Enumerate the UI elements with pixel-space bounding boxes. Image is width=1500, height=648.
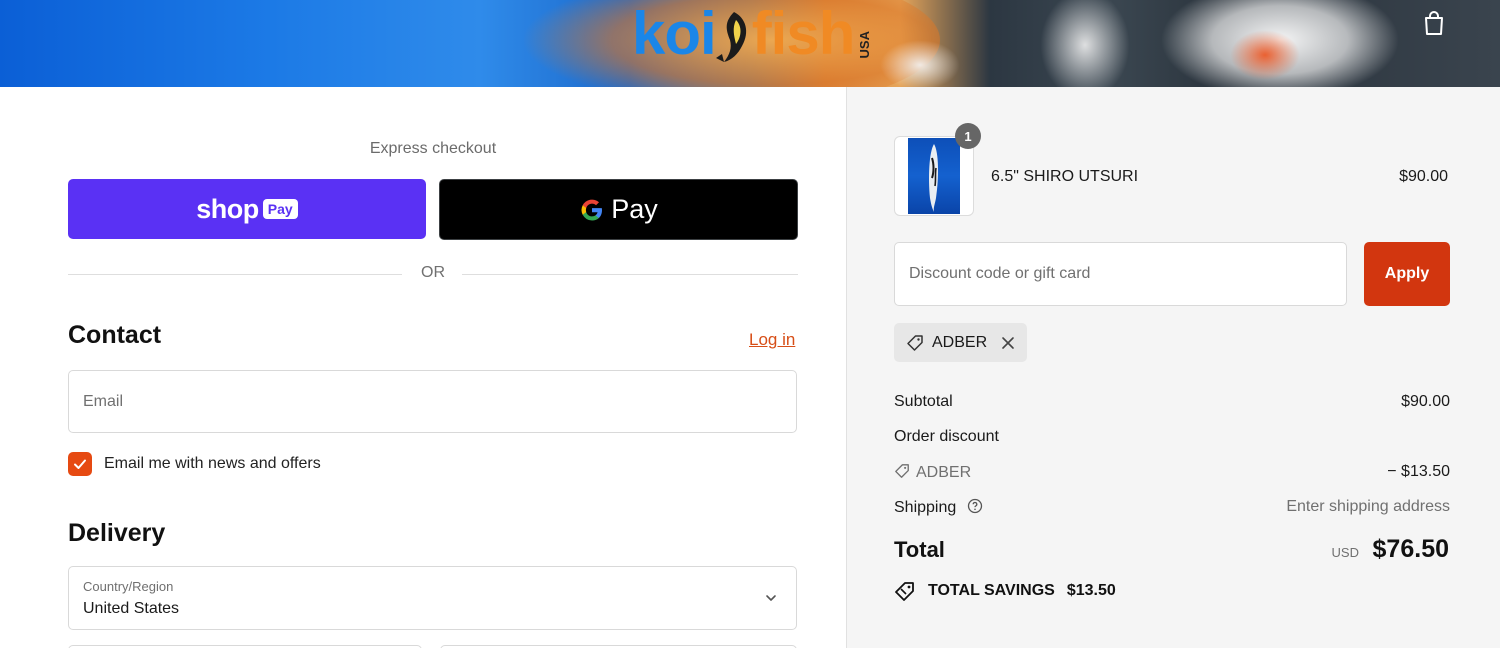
subtotal-value: $90.00 bbox=[1401, 393, 1450, 410]
product-image bbox=[908, 138, 960, 214]
discount-amount: − $13.50 bbox=[1387, 463, 1450, 480]
logo-text-fish: fish bbox=[751, 0, 856, 67]
total-savings-label: TOTAL SAVINGS bbox=[928, 582, 1055, 599]
banner-koi-red-spot bbox=[1230, 30, 1300, 80]
checkmark-icon bbox=[74, 459, 86, 469]
store-logo[interactable]: koi fish USA bbox=[632, 0, 872, 64]
product-price: $90.00 bbox=[1399, 168, 1448, 185]
koi-logo-icon bbox=[715, 12, 746, 62]
express-checkout-label: Express checkout bbox=[369, 140, 497, 157]
remove-discount-icon[interactable] bbox=[1001, 336, 1015, 350]
contact-heading: Contact bbox=[68, 321, 162, 349]
country-value: United States bbox=[83, 600, 180, 617]
quantity-badge: 1 bbox=[955, 123, 981, 149]
total-label: Total bbox=[894, 537, 945, 562]
checkout-form: Express checkout shop Pay Pay OR Contact… bbox=[0, 87, 846, 648]
country-caption: Country/Region bbox=[83, 579, 174, 594]
applied-discount-chip: ADBER bbox=[894, 323, 1028, 362]
or-text: OR bbox=[421, 264, 445, 281]
tag-icon bbox=[895, 464, 909, 478]
tag-icon bbox=[907, 334, 923, 351]
total-savings-row: TOTAL SAVINGS $13.50 bbox=[894, 581, 1116, 601]
newsletter-label: Email me with news and offers bbox=[104, 455, 321, 472]
applied-discount-code: ADBER bbox=[932, 333, 988, 351]
newsletter-checkbox[interactable] bbox=[68, 452, 92, 476]
logo-text-usa: USA bbox=[857, 30, 873, 58]
google-pay-label: Pay bbox=[611, 194, 658, 224]
order-discount-label: Order discount bbox=[894, 428, 999, 445]
delivery-heading: Delivery bbox=[68, 519, 166, 547]
banner-koi-white-small bbox=[880, 40, 960, 87]
country-select[interactable]: Country/Region United States bbox=[68, 566, 797, 630]
order-discount-row: Order discount bbox=[894, 428, 1450, 446]
email-field[interactable] bbox=[68, 370, 797, 433]
total-currency: USD bbox=[1331, 545, 1359, 560]
divider-line-right bbox=[462, 274, 798, 275]
shipping-value: Enter shipping address bbox=[1286, 498, 1450, 515]
login-link[interactable]: Log in bbox=[749, 330, 795, 350]
shipping-row: Shipping Enter shipping address bbox=[894, 498, 1450, 517]
divider-line-left bbox=[68, 274, 402, 275]
koi-image-icon bbox=[929, 144, 939, 212]
savings-tag-icon bbox=[895, 582, 914, 601]
total-value: $76.50 bbox=[1372, 535, 1449, 563]
discount-code-input[interactable] bbox=[894, 242, 1347, 306]
newsletter-checkbox-row[interactable]: Email me with news and offers bbox=[68, 452, 321, 476]
shipping-label: Shipping bbox=[894, 499, 957, 516]
discount-code-label: ADBER bbox=[916, 464, 972, 481]
shop-pay-brand: shop bbox=[196, 193, 259, 224]
total-savings-value: $13.50 bbox=[1066, 582, 1116, 599]
product-name: 6.5" SHIRO UTSURI bbox=[991, 168, 1139, 185]
shopping-bag-icon[interactable] bbox=[1422, 10, 1446, 36]
or-divider: OR bbox=[68, 264, 798, 284]
subtotal-row: Subtotal $90.00 bbox=[894, 393, 1450, 411]
help-circle-icon[interactable] bbox=[967, 498, 983, 514]
shop-pay-button[interactable]: shop Pay bbox=[68, 179, 426, 239]
banner-koi-white bbox=[1040, 0, 1130, 87]
chevron-down-icon bbox=[766, 595, 776, 601]
subtotal-label: Subtotal bbox=[894, 393, 953, 410]
logo-text-koi: koi bbox=[632, 0, 717, 67]
google-pay-button[interactable]: Pay bbox=[439, 179, 798, 240]
apply-discount-button[interactable]: Apply bbox=[1364, 242, 1450, 306]
shop-pay-badge: Pay bbox=[262, 199, 298, 219]
order-summary: 1 6.5" SHIRO UTSURI $90.00 Apply ADBER S… bbox=[846, 87, 1500, 648]
header-banner: koi fish USA bbox=[0, 0, 1500, 87]
discount-code-row: ADBER − $13.50 bbox=[894, 463, 1450, 482]
google-g-icon bbox=[581, 199, 603, 220]
